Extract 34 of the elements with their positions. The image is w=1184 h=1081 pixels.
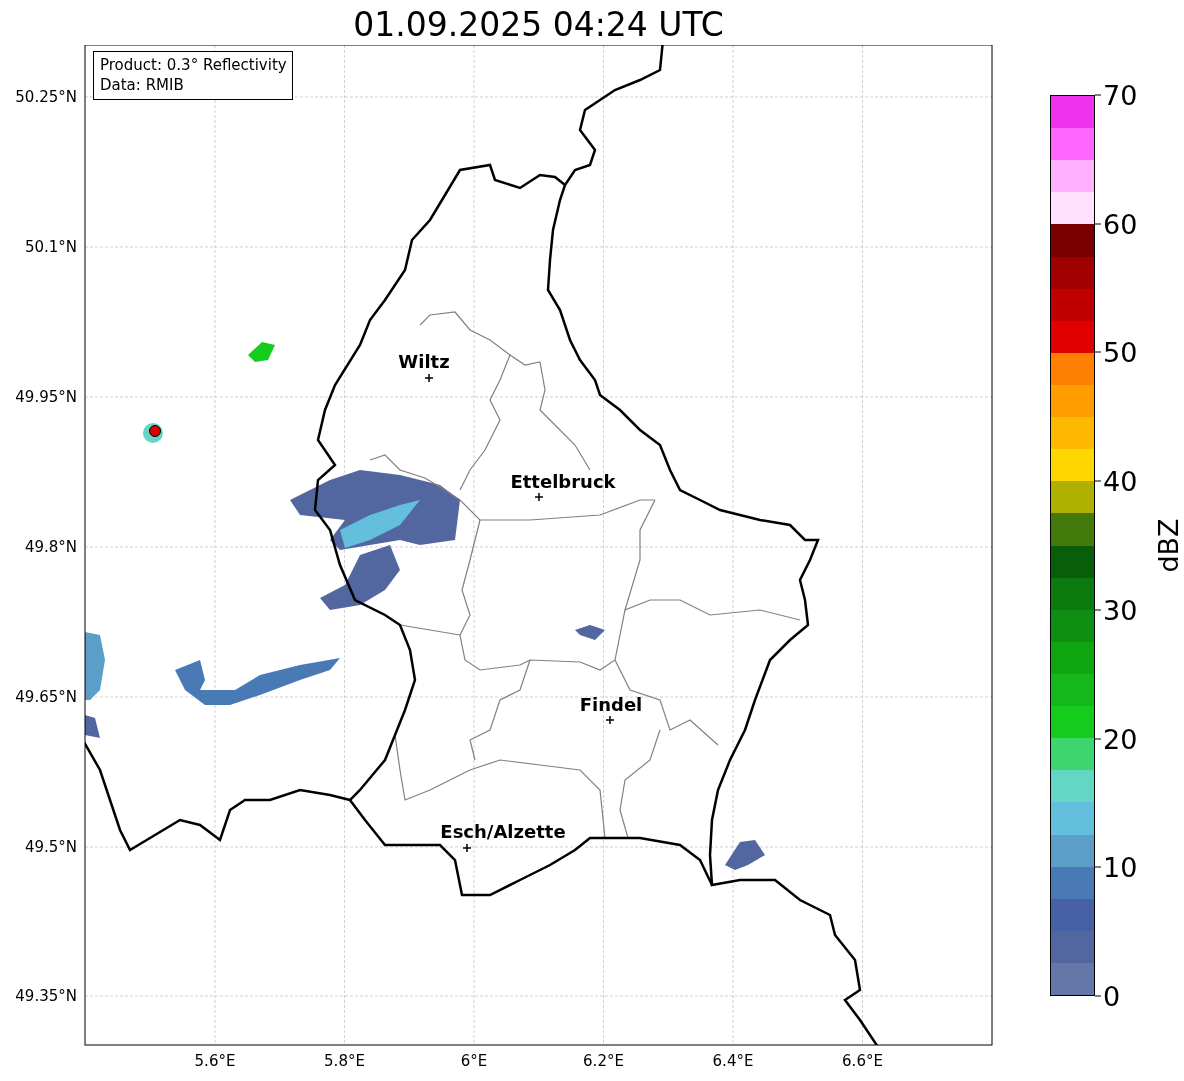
latitude-label: 50.25°N — [15, 88, 77, 106]
colorbar-tick-label: 20 — [1103, 723, 1138, 755]
legend-text: Data: RMIB — [100, 75, 185, 95]
latitude-label: 49.65°N — [15, 688, 77, 706]
latitude-label: 49.95°N — [15, 388, 77, 406]
radar-site-icon — [143, 423, 163, 443]
legend-text: Product: 0.3° Reflectivity — [100, 55, 287, 75]
colorbar-tick-label: 50 — [1103, 336, 1138, 368]
colorbar-tick-label: 70 — [1103, 79, 1138, 111]
city-label: Wiltz — [398, 351, 450, 372]
longitude-label: 5.6°E — [194, 1052, 236, 1070]
latitude-label: 49.5°N — [24, 838, 77, 856]
colorbar-tick-label: 30 — [1103, 594, 1138, 626]
longitude-label: 6.4°E — [712, 1052, 754, 1070]
city-marker-icon — [605, 715, 615, 725]
colorbar-tick-label: 10 — [1103, 851, 1138, 883]
latitude-label: 50.1°N — [24, 238, 77, 256]
colorbar-tick-label: 0 — [1103, 980, 1121, 1012]
city-label: Findel — [579, 694, 643, 715]
longitude-label: 6°E — [460, 1052, 488, 1070]
longitude-label: 6.6°E — [842, 1052, 883, 1070]
city-marker-icon — [424, 373, 434, 383]
longitude-label: 5.8°E — [324, 1052, 365, 1070]
colorbar-tick-label: 60 — [1103, 208, 1138, 240]
latitude-label: 49.8°N — [24, 538, 77, 556]
city-marker-icon — [462, 843, 472, 853]
longitude-label: 6.2°E — [583, 1052, 624, 1070]
city-label: Esch/Alzette — [440, 821, 566, 842]
city-marker-icon — [534, 492, 544, 502]
city-label: Ettelbruck — [510, 471, 616, 492]
chart-title: 01.09.2025 04:24 UTC — [352, 4, 725, 45]
colorbar-axis-label: dBZ — [1152, 518, 1184, 573]
latitude-label: 49.35°N — [15, 987, 77, 1005]
colorbar-tick-label: 40 — [1103, 465, 1138, 497]
